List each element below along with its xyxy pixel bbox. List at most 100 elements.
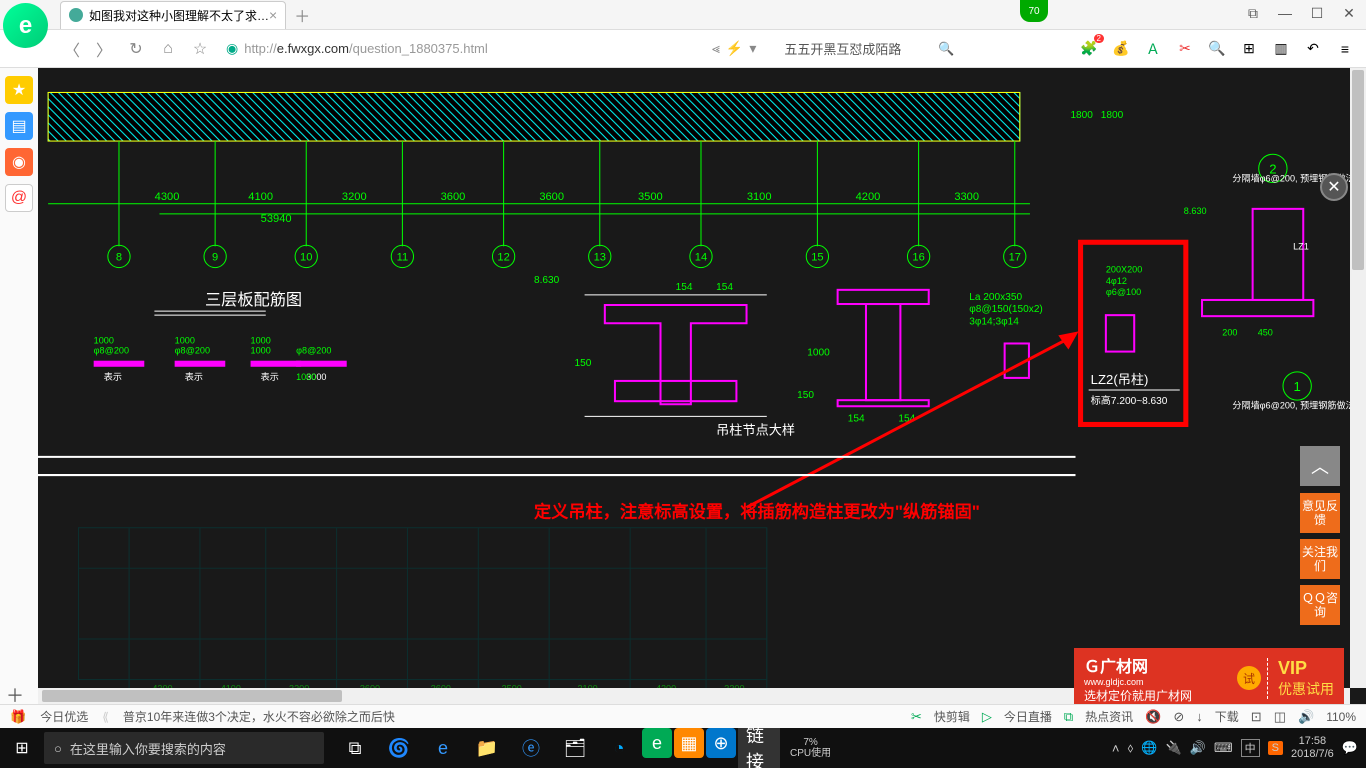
panel-icon[interactable]: ▥ [1270,38,1292,60]
tab-active[interactable]: 如图我对这种小图理解不太了求… × [60,1,286,29]
accelerator-badge[interactable]: 70 [1020,0,1048,22]
zoom-level[interactable]: 110% [1326,710,1356,724]
banner-right: VIP 优惠试用 [1267,658,1334,699]
dock-mail-icon[interactable]: @ [5,184,33,212]
share-icon[interactable]: ⪡ [712,40,720,57]
clip-icon[interactable]: ✂ [911,709,922,725]
svg-text:φ8@150(150x2): φ8@150(150x2) [969,304,1043,315]
address-bar[interactable]: ◉ http://e.fwxgx.com/question_1880375.ht… [220,35,700,63]
svg-text:1800: 1800 [1101,110,1124,121]
clock[interactable]: 17:58 2018/7/6 [1291,735,1334,761]
tray-volume-icon[interactable]: 🔊 [1190,740,1206,756]
app-explorer-icon[interactable]: 🗂 [554,728,596,768]
live-icon[interactable]: ▷ [982,709,992,725]
speed-icon[interactable]: ⚡ [726,40,743,57]
notifications-icon[interactable]: 💬 [1342,740,1358,756]
download-icon[interactable]: ↓ [1196,709,1203,724]
info-headline[interactable]: 普京10年来连做3个决定，水火不容必欲除之而后快 [123,708,395,725]
home-button[interactable]: ⌂ [156,37,180,61]
app-swirl-icon[interactable]: 🌀 [378,728,420,768]
gift-icon[interactable]: 🎁 [10,709,26,725]
cpu-meter[interactable]: 7% CPU使用 [790,737,831,759]
search-icon[interactable]: 🔍 [938,41,954,57]
live-today[interactable]: 今日直播 [1004,708,1052,725]
window-pin-icon[interactable]: ⧉ [1241,3,1265,23]
promo-banner[interactable]: Ｇ广材网 www.gldjc.com 选材定价就用广材网 试 VIP 优惠试用 [1074,648,1344,704]
wallet-icon[interactable]: 💰 [1110,38,1132,60]
clock-date: 2018/7/6 [1291,748,1334,761]
task-label-link[interactable]: 链接 [738,728,780,768]
back-button[interactable]: 〈 [60,37,84,61]
app-puzzle-icon[interactable]: 🧩 [1078,38,1100,60]
tray-shield-icon[interactable]: ⬨ [1127,740,1133,756]
dropdown-icon[interactable]: ▾ [749,40,756,57]
scrollbar-h-thumb[interactable] [42,690,342,702]
scroll-top-button[interactable]: ︿ [1300,446,1340,486]
scrollbar-v-thumb[interactable] [1352,70,1364,270]
feedback-button[interactable]: 意见反馈 [1300,493,1340,533]
tab-close-icon[interactable]: × [269,7,277,23]
new-tab-button[interactable]: ＋ [294,3,310,27]
magnify-icon[interactable]: 🔍 [1206,38,1228,60]
speaker-icon[interactable]: 🔊 [1298,709,1314,725]
cpu-pct: 7% [790,737,831,748]
tab-title: 如图我对这种小图理解不太了求… [89,7,269,24]
toolbar: 〈 〉 ↻ ⌂ ☆ ◉ http://e.fwxgx.com/question_… [0,30,1366,68]
cad-drawing[interactable]: 8430094100103200113600123600133500143100… [38,68,1366,704]
mute-icon[interactable]: 🔇 [1145,709,1161,725]
translate-icon[interactable]: Ａ [1142,38,1164,60]
svg-text:1000: 1000 [175,335,195,345]
favorite-button[interactable]: ☆ [188,37,212,61]
scrollbar-vertical[interactable] [1350,68,1366,688]
undo-icon[interactable]: ↶ [1302,38,1324,60]
pip-icon[interactable]: ⊡ [1251,709,1262,725]
float-buttons: 意见反馈 关注我们 ＱＱ咨询 [1300,493,1340,625]
svg-text:表示: 表示 [185,371,203,382]
hot-news[interactable]: 热点资讯 [1085,708,1133,725]
taskview-icon[interactable]: ⧉ [334,728,376,768]
overlay-close-icon[interactable]: ✕ [1320,173,1348,201]
app-blue-icon[interactable]: ⊕ [706,728,736,758]
split-icon[interactable]: ◫ [1274,709,1286,725]
svg-text:11: 11 [397,251,409,263]
sogou-badge[interactable]: S [1268,741,1283,755]
dock-favorites-icon[interactable]: ★ [5,76,33,104]
menu-icon[interactable]: ≡ [1334,38,1356,60]
app-edge-icon[interactable]: e [422,728,464,768]
forward-button[interactable]: 〉 [92,37,116,61]
browser-logo[interactable]: e [3,3,48,48]
url-prefix: http:// [244,41,277,56]
cortana-search[interactable]: ○ 在这里输入你要搜索的内容 [44,732,324,764]
follow-button[interactable]: 关注我们 [1300,539,1340,579]
ime-badge[interactable]: 中 [1241,739,1260,757]
banner-left: Ｇ广材网 www.gldjc.com 选材定价就用广材网 [1084,653,1231,704]
svg-text:3300: 3300 [954,191,979,203]
window-close-icon[interactable]: ✕ [1337,3,1361,23]
banner-url: www.gldjc.com [1084,677,1231,687]
app-360-icon[interactable]: e [642,728,672,758]
reload-button[interactable]: ↻ [124,37,148,61]
quick-clip[interactable]: 快剪辑 [934,708,970,725]
scissors-icon[interactable]: ✂ [1174,38,1196,60]
app-orange-icon[interactable]: ▦ [674,728,704,758]
block-icon[interactable]: ⊘ [1173,709,1184,725]
toolbar-right: 🧩 💰 Ａ ✂ 🔍 ⊞ ▥ ↶ ≡ [1078,38,1356,60]
app-ie-icon[interactable]: ⓔ [510,728,552,768]
start-button[interactable]: ⊞ [0,728,44,768]
app-q-icon[interactable]: ◔ [598,728,640,768]
tray-keyboard-icon[interactable]: ⌨ [1214,740,1233,756]
tray-power-icon[interactable]: 🔌 [1166,740,1182,756]
dock-weibo-icon[interactable]: ◉ [5,148,33,176]
apps-icon[interactable]: ⊞ [1238,38,1260,60]
info-today[interactable]: 今日优选 [40,708,88,725]
dock-news-icon[interactable]: ▤ [5,112,33,140]
window-maximize-icon[interactable]: ☐ [1305,3,1329,23]
tray-up-icon[interactable]: ˄ [1112,741,1120,756]
search-input[interactable]: 五五开黑互怼成陌路 🔍 [784,36,954,62]
window-minimize-icon[interactable]: — [1273,3,1297,23]
app-folder-icon[interactable]: 📁 [466,728,508,768]
qq-consult-button[interactable]: ＱＱ咨询 [1300,585,1340,625]
hot-icon[interactable]: ⧉ [1064,709,1073,725]
download-label[interactable]: 下载 [1215,708,1239,725]
tray-net-icon[interactable]: 🌐 [1141,740,1157,756]
